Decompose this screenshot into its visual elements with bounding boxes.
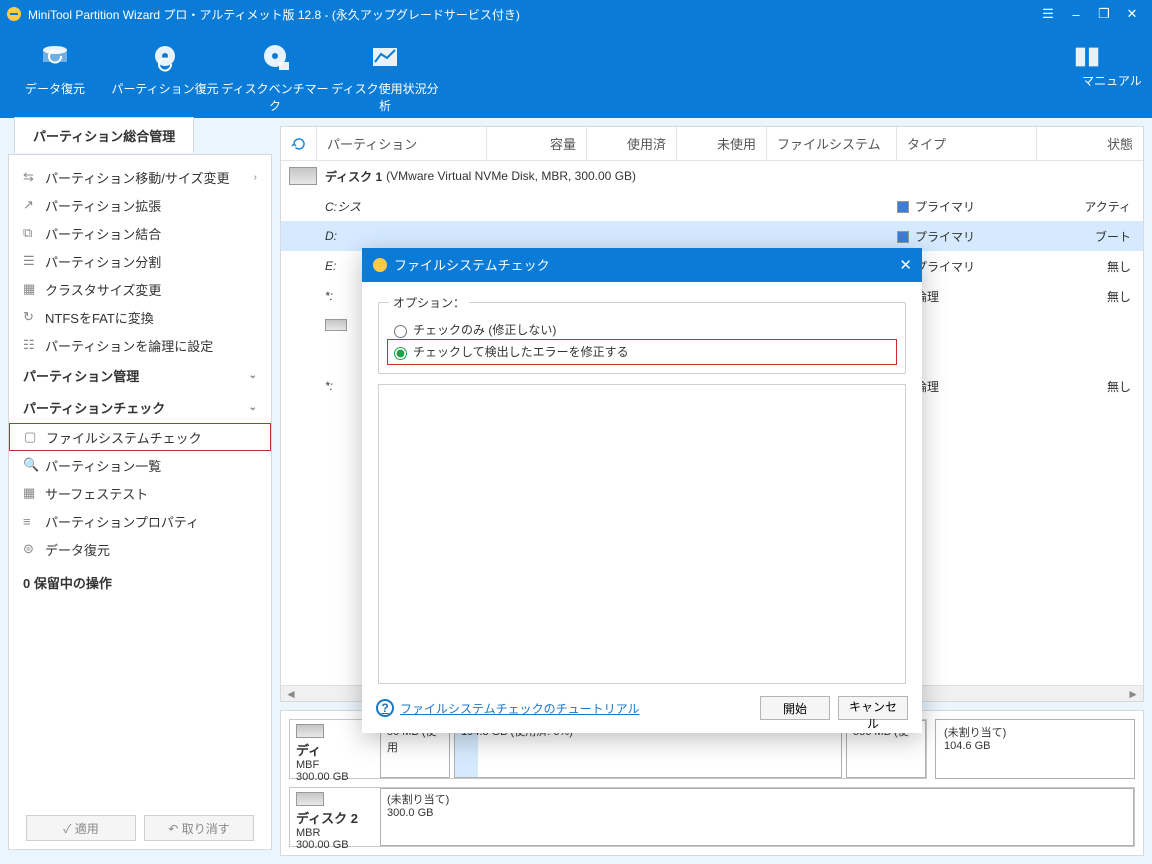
fs-check-dialog: ファイルシステムチェック ✕ オプション： チェックのみ (修正しない) チェッ… <box>362 248 922 733</box>
sidebar-item-cluster[interactable]: ▦ クラスタサイズ変更 <box>9 275 271 303</box>
column-headers: パーティション 容量 使用済 未使用 ファイルシステム タイプ 状態 <box>281 127 1143 161</box>
sidebar-tab[interactable]: パーティション総合管理 <box>14 117 194 153</box>
close-button[interactable]: ✕ <box>1118 0 1146 28</box>
sidebar-item-ntfs-fat[interactable]: ↻ NTFSをFATに変換 <box>9 303 271 331</box>
search-icon: 🔍 <box>23 457 45 473</box>
sidebar-heading-check[interactable]: パーティションチェック ⌄ <box>9 391 271 423</box>
col-type[interactable]: タイプ <box>897 127 1037 160</box>
row-status: ブート <box>1037 228 1143 245</box>
partition-recovery-icon <box>110 36 220 80</box>
help-icon: ? <box>376 699 394 717</box>
sidebar-item-split[interactable]: ☰ パーティション分割 <box>9 247 271 275</box>
merge-icon: ⧉ <box>23 225 45 241</box>
manual-icon <box>1072 42 1152 72</box>
split-icon: ☰ <box>23 253 45 269</box>
sidebar-item-fs-check[interactable]: ▢ ファイルシステムチェック <box>9 423 271 451</box>
recovery-icon: ⊜ <box>23 541 45 557</box>
col-capacity[interactable]: 容量 <box>487 127 587 160</box>
options-group: オプション： チェックのみ (修正しない) チェックして検出したエラーを修正する <box>378 294 906 374</box>
cancel-button[interactable]: キャンセル <box>838 696 908 720</box>
logical-icon: ☷ <box>23 337 45 353</box>
radio-check-only-input[interactable] <box>394 325 407 338</box>
tool-disk-benchmark[interactable]: ディスクベンチマーク <box>220 36 330 114</box>
pending-ops-label: 0 保留中の操作 <box>9 563 271 602</box>
benchmark-icon <box>220 36 330 80</box>
sidebar-item-set-logical[interactable]: ☷ パーティションを論理に設定 <box>9 331 271 359</box>
disk2-seg-1[interactable]: (未割り当て)300.0 GB <box>380 788 1134 846</box>
sidebar-item-extend[interactable]: ↗ パーティション拡張 <box>9 191 271 219</box>
apply-button[interactable]: ✓ 適用 <box>26 815 136 841</box>
row-status: アクティ <box>1037 198 1143 215</box>
tool-data-recovery[interactable]: データ復元 <box>0 36 110 97</box>
resize-icon: ⇆ <box>23 169 45 185</box>
dialog-title: ファイルシステムチェック <box>394 255 550 274</box>
scroll-left-icon[interactable]: ◄ <box>285 687 297 701</box>
disk-header-row[interactable]: ディスク 1 (VMware Virtual NVMe Disk, MBR, 3… <box>281 161 1143 191</box>
window-caption: MiniTool Partition Wizard プロ・アルティメット版 12… <box>28 6 520 23</box>
undo-button[interactable]: ↶ 取り消す <box>144 815 254 841</box>
fs-check-icon: ▢ <box>24 429 46 445</box>
col-free[interactable]: 未使用 <box>677 127 767 160</box>
convert-icon: ↻ <box>23 309 45 325</box>
space-analyzer-icon <box>330 36 440 80</box>
hdd-icon <box>325 319 347 331</box>
extend-icon: ↗ <box>23 197 45 213</box>
row-status: 無し <box>1037 288 1143 305</box>
data-recovery-icon <box>0 36 110 80</box>
table-row[interactable]: C:シス プライマリアクティ <box>281 191 1143 221</box>
tutorial-link[interactable]: ? ファイルシステムチェックのチュートリアル <box>376 699 640 717</box>
dialog-close-button[interactable]: ✕ <box>899 256 912 274</box>
maximize-button[interactable]: ❐ <box>1090 0 1118 28</box>
start-button[interactable]: 開始 <box>760 696 830 720</box>
dialog-logo-icon <box>372 257 388 273</box>
col-partition[interactable]: パーティション <box>317 127 487 160</box>
row-drive: C:シス <box>317 198 487 215</box>
output-textarea[interactable] <box>378 384 906 684</box>
menu-icon[interactable]: ☰ <box>1034 0 1062 28</box>
sidebar-item-merge[interactable]: ⧉ パーティション結合 <box>9 219 271 247</box>
type-color-icon <box>897 231 909 243</box>
options-legend: オプション： <box>389 294 469 311</box>
chevron-down-icon: ⌄ <box>249 402 257 413</box>
col-status[interactable]: 状態 <box>1037 127 1143 160</box>
tool-partition-recovery[interactable]: パーティション復元 <box>110 36 220 97</box>
row-status: 無し <box>1037 378 1143 395</box>
sidebar-item-explore[interactable]: 🔍 パーティション一覧 <box>9 451 271 479</box>
sidebar: パーティション総合管理 ⇆ パーティション移動/サイズ変更 › ↗ パーティショ… <box>0 118 280 864</box>
scroll-right-icon[interactable]: ► <box>1127 687 1139 701</box>
col-fs[interactable]: ファイルシステム <box>767 127 897 160</box>
disk2-map-head: ディスク 2 MBR 300.00 GB <box>290 788 380 846</box>
cluster-icon: ▦ <box>23 281 45 297</box>
hdd-icon <box>289 167 317 185</box>
unallocated-block[interactable]: (未割り当て) 104.6 GB <box>935 719 1135 779</box>
sidebar-item-properties[interactable]: ≡ パーティションプロパティ <box>9 507 271 535</box>
radio-check-only[interactable]: チェックのみ (修正しない) <box>389 319 895 341</box>
row-drive: D: <box>317 229 487 243</box>
app-logo-icon <box>6 6 22 22</box>
main-toolbar: データ復元 パーティション復元 ディスクベンチマーク ディスク使用状況分析 マニ… <box>0 28 1152 118</box>
properties-icon: ≡ <box>23 514 45 529</box>
table-row[interactable]: D: プライマリブート <box>281 221 1143 251</box>
row-status: 無し <box>1037 258 1143 275</box>
radio-check-fix-input[interactable] <box>394 347 407 360</box>
row-type: プライマリ <box>897 198 1037 215</box>
minimize-button[interactable]: – <box>1062 0 1090 28</box>
sidebar-heading-manage[interactable]: パーティション管理 ⌄ <box>9 359 271 391</box>
type-color-icon <box>897 201 909 213</box>
col-used[interactable]: 使用済 <box>587 127 677 160</box>
sidebar-item-surface-test[interactable]: ▦ サーフェステスト <box>9 479 271 507</box>
dialog-title-bar[interactable]: ファイルシステムチェック ✕ <box>362 248 922 282</box>
surface-icon: ▦ <box>23 485 45 501</box>
sidebar-item-move-resize[interactable]: ⇆ パーティション移動/サイズ変更 › <box>9 163 271 191</box>
radio-check-fix[interactable]: チェックして検出したエラーを修正する <box>389 341 895 363</box>
sidebar-item-data-recovery[interactable]: ⊜ データ復元 <box>9 535 271 563</box>
title-bar: MiniTool Partition Wizard プロ・アルティメット版 12… <box>0 0 1152 28</box>
tool-space-analyzer[interactable]: ディスク使用状況分析 <box>330 36 440 114</box>
chevron-right-icon: › <box>254 172 257 183</box>
row-type: プライマリ <box>897 228 1037 245</box>
tool-manual[interactable]: マニュアル <box>1072 36 1152 89</box>
chevron-down-icon: ⌄ <box>249 370 257 381</box>
refresh-button[interactable] <box>281 127 317 160</box>
